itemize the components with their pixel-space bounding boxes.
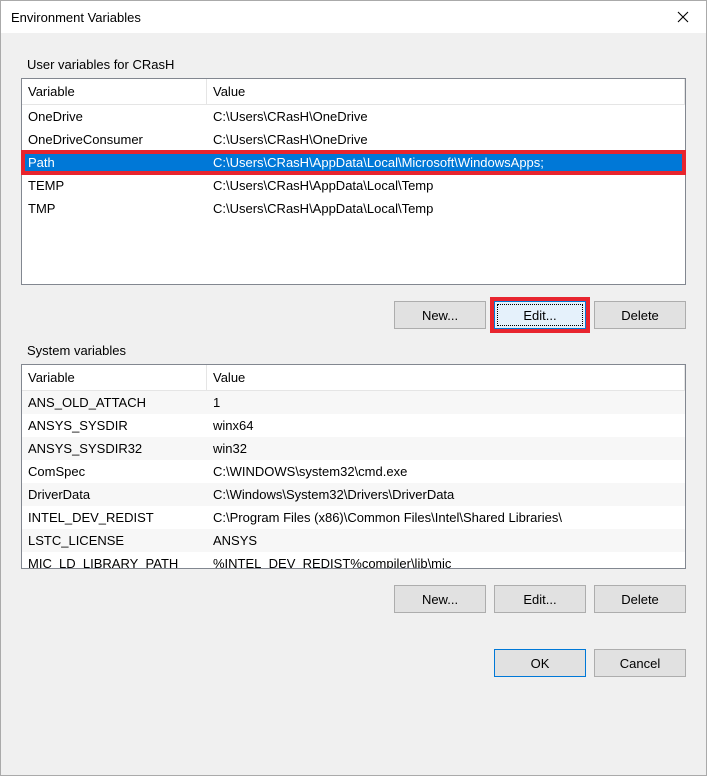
system-delete-button[interactable]: Delete xyxy=(594,585,686,613)
table-row[interactable]: INTEL_DEV_REDIST C:\Program Files (x86)\… xyxy=(22,506,685,529)
table-row-selected[interactable]: Path C:\Users\CRasH\AppData\Local\Micros… xyxy=(22,151,685,174)
system-edit-button[interactable]: Edit... xyxy=(494,585,586,613)
cell-variable: OneDrive xyxy=(22,107,207,126)
user-new-button[interactable]: New... xyxy=(394,301,486,329)
close-icon xyxy=(677,11,689,23)
cell-variable: LSTC_LICENSE xyxy=(22,531,207,550)
system-variables-group: System variables Variable Value ANS_OLD_… xyxy=(21,343,686,613)
cell-value: C:\Windows\System32\Drivers\DriverData xyxy=(207,485,685,504)
cell-variable: TEMP xyxy=(22,176,207,195)
cell-value: C:\WINDOWS\system32\cmd.exe xyxy=(207,462,685,481)
cell-value: ANSYS xyxy=(207,531,685,550)
system-new-button[interactable]: New... xyxy=(394,585,486,613)
cell-value: winx64 xyxy=(207,416,685,435)
ok-button[interactable]: OK xyxy=(494,649,586,677)
user-col-value[interactable]: Value xyxy=(207,79,685,104)
user-variables-group: User variables for CRasH Variable Value … xyxy=(21,57,686,329)
cell-variable: ANS_OLD_ATTACH xyxy=(22,393,207,412)
system-button-row: New... Edit... Delete xyxy=(21,569,686,613)
system-list-header: Variable Value xyxy=(22,365,685,391)
table-row[interactable]: ANSYS_SYSDIR32 win32 xyxy=(22,437,685,460)
titlebar: Environment Variables xyxy=(1,1,706,33)
table-row[interactable]: ANS_OLD_ATTACH 1 xyxy=(22,391,685,414)
dialog-content: User variables for CRasH Variable Value … xyxy=(1,33,706,695)
table-row[interactable]: TMP C:\Users\CRasH\AppData\Local\Temp xyxy=(22,197,685,220)
cell-value: C:\Program Files (x86)\Common Files\Inte… xyxy=(207,508,685,527)
cell-value: win32 xyxy=(207,439,685,458)
cell-variable: ComSpec xyxy=(22,462,207,481)
table-row[interactable]: TEMP C:\Users\CRasH\AppData\Local\Temp xyxy=(22,174,685,197)
cell-value: C:\Users\CRasH\AppData\Local\Temp xyxy=(207,176,685,195)
table-row[interactable]: OneDriveConsumer C:\Users\CRasH\OneDrive xyxy=(22,128,685,151)
table-row[interactable]: ComSpec C:\WINDOWS\system32\cmd.exe xyxy=(22,460,685,483)
cell-variable: DriverData xyxy=(22,485,207,504)
window-title: Environment Variables xyxy=(11,10,141,25)
cell-variable: ANSYS_SYSDIR32 xyxy=(22,439,207,458)
user-delete-button[interactable]: Delete xyxy=(594,301,686,329)
dialog-footer: OK Cancel xyxy=(21,649,686,677)
cell-value: %INTEL_DEV_REDIST%compiler\lib\mic xyxy=(207,554,685,569)
cell-variable: Path xyxy=(22,153,207,172)
cell-value: C:\Users\CRasH\OneDrive xyxy=(207,107,685,126)
cell-value: C:\Users\CRasH\AppData\Local\Microsoft\W… xyxy=(207,153,685,172)
user-button-row: New... Edit... Delete xyxy=(21,285,686,329)
system-col-variable[interactable]: Variable xyxy=(22,365,207,390)
cell-variable: TMP xyxy=(22,199,207,218)
user-list-body: OneDrive C:\Users\CRasH\OneDrive OneDriv… xyxy=(22,105,685,220)
cell-value: 1 xyxy=(207,393,685,412)
env-vars-dialog: Environment Variables User variables for… xyxy=(0,0,707,776)
cell-variable: OneDriveConsumer xyxy=(22,130,207,149)
close-button[interactable] xyxy=(660,1,706,33)
system-list-body: ANS_OLD_ATTACH 1 ANSYS_SYSDIR winx64 ANS… xyxy=(22,391,685,569)
cell-variable: ANSYS_SYSDIR xyxy=(22,416,207,435)
table-row[interactable]: OneDrive C:\Users\CRasH\OneDrive xyxy=(22,105,685,128)
system-variables-list[interactable]: Variable Value ANS_OLD_ATTACH 1 ANSYS_SY… xyxy=(21,364,686,569)
user-variables-list[interactable]: Variable Value OneDrive C:\Users\CRasH\O… xyxy=(21,78,686,285)
cell-variable: INTEL_DEV_REDIST xyxy=(22,508,207,527)
system-variables-label: System variables xyxy=(21,343,686,358)
cell-value: C:\Users\CRasH\OneDrive xyxy=(207,130,685,149)
cell-value: C:\Users\CRasH\AppData\Local\Temp xyxy=(207,199,685,218)
user-col-variable[interactable]: Variable xyxy=(22,79,207,104)
user-variables-label: User variables for CRasH xyxy=(21,57,686,72)
table-row[interactable]: ANSYS_SYSDIR winx64 xyxy=(22,414,685,437)
table-row[interactable]: DriverData C:\Windows\System32\Drivers\D… xyxy=(22,483,685,506)
user-list-header: Variable Value xyxy=(22,79,685,105)
table-row[interactable]: MIC_LD_LIBRARY_PATH %INTEL_DEV_REDIST%co… xyxy=(22,552,685,569)
table-row[interactable]: LSTC_LICENSE ANSYS xyxy=(22,529,685,552)
cell-variable: MIC_LD_LIBRARY_PATH xyxy=(22,554,207,569)
cancel-button[interactable]: Cancel xyxy=(594,649,686,677)
user-edit-button[interactable]: Edit... xyxy=(494,301,586,329)
system-col-value[interactable]: Value xyxy=(207,365,685,390)
